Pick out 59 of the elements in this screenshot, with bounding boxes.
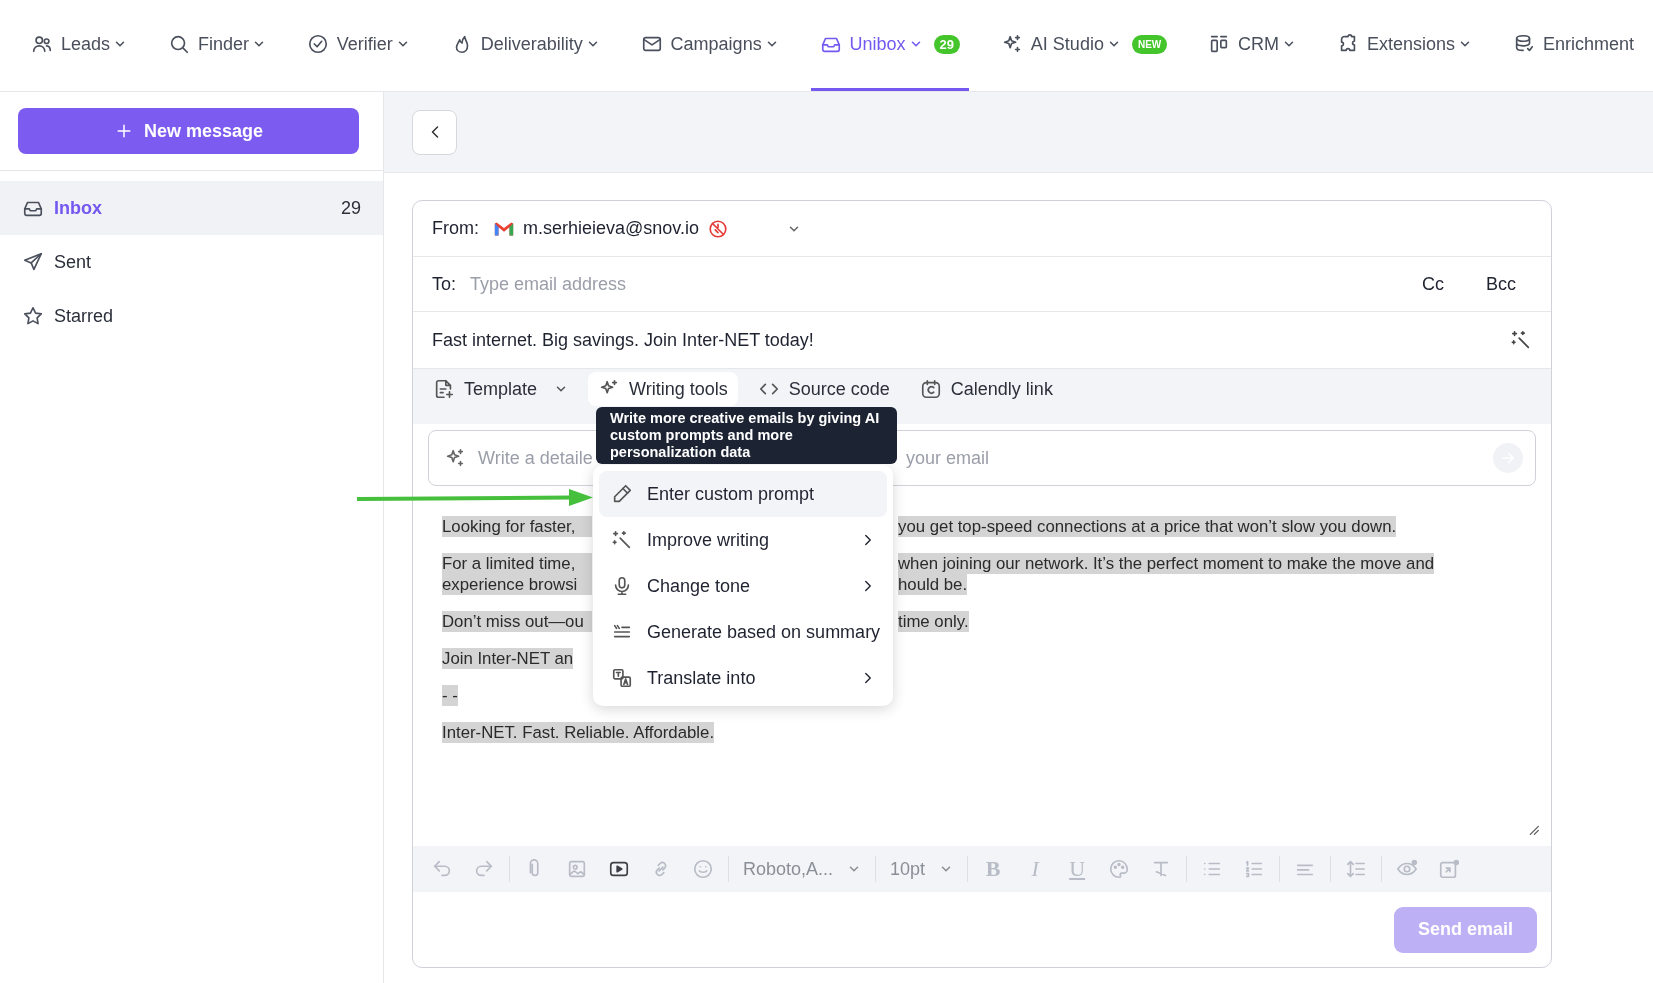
- nav-tab[interactable]: Verifier: [297, 0, 419, 91]
- line-spacing-icon[interactable]: [1345, 858, 1368, 880]
- body-text: For a limited time,: [442, 553, 592, 574]
- field-label: From:: [432, 218, 479, 239]
- nav-tab[interactable]: Campaigns: [631, 0, 788, 91]
- star-icon: [22, 305, 44, 327]
- body-text: Looking for faster,: [442, 516, 592, 537]
- nav-tab[interactable]: Leads: [22, 0, 137, 91]
- magic-wand-icon: [611, 529, 633, 551]
- body-text: Join Inter-NET an: [442, 648, 574, 669]
- translate-icon: [611, 667, 633, 689]
- body-text: - -: [442, 685, 458, 706]
- document-plus-icon: [433, 378, 455, 400]
- folder-item[interactable]: Sent: [0, 235, 383, 289]
- body-text: you get top-speed connections at a price that won’t slow you down.: [898, 516, 1397, 537]
- nav-tab[interactable]: AI Studio NEW: [991, 0, 1177, 91]
- nav-tab[interactable]: Deliverability: [441, 0, 609, 91]
- tooltip: Write more creative emails by giving AI custom prompts and more personalization data: [596, 407, 897, 464]
- nav-tab[interactable]: CRM: [1199, 0, 1306, 91]
- people-icon: [31, 33, 53, 55]
- body-text: hould be.: [898, 574, 968, 595]
- cc-link[interactable]: Cc: [1422, 273, 1444, 295]
- body-text: experience browsi: [442, 574, 592, 595]
- new-message-button[interactable]: New message: [18, 108, 359, 154]
- count-badge: NEW: [1131, 34, 1168, 54]
- smiley-icon[interactable]: [692, 858, 714, 880]
- menu-item[interactable]: Enter custom prompt: [599, 471, 887, 517]
- nav-tab[interactable]: Enrichment: [1503, 0, 1643, 91]
- palette-icon[interactable]: [1108, 858, 1131, 880]
- folder-item[interactable]: Starred: [0, 289, 383, 343]
- body-text: Inter-NET. Fast. Reliable. Affordable.: [442, 722, 715, 743]
- check-circle-icon: [306, 33, 329, 55]
- menu-item[interactable]: Improve writing: [599, 517, 887, 563]
- toolbar-tab[interactable]: Source code: [747, 372, 900, 406]
- calendar-icon: [919, 378, 942, 400]
- sparkles-icon: [444, 447, 466, 469]
- back-button[interactable]: [412, 109, 457, 155]
- image-icon[interactable]: [566, 858, 588, 880]
- body-text: time only.: [898, 611, 969, 632]
- sender-email[interactable]: m.serhieieva@snov.io: [523, 218, 699, 239]
- body-text: when joining our network. It’s the perfect moment to make the move and: [898, 553, 1435, 574]
- menu-item[interactable]: Translate into: [599, 655, 887, 701]
- toolbar-tab[interactable]: Writing tools: [588, 372, 738, 406]
- menu-item[interactable]: Change tone: [599, 563, 887, 609]
- nav-tab[interactable]: Extensions: [1327, 0, 1482, 91]
- toolbar-tab[interactable]: Template: [423, 372, 579, 406]
- subject-field[interactable]: Fast internet. Big savings. Join Inter-NET today!: [432, 329, 814, 351]
- folder-item[interactable]: Inbox 29: [0, 181, 383, 235]
- bcc-link[interactable]: Bcc: [1486, 273, 1516, 295]
- pencil-icon: [611, 483, 633, 505]
- toolbar-tab[interactable]: Calendly link: [909, 372, 1063, 406]
- paper-plane-icon: [22, 251, 44, 273]
- count-badge: 29: [933, 34, 960, 54]
- menu-item[interactable]: Generate based on summary: [599, 609, 887, 655]
- nav-tab[interactable]: Finder: [158, 0, 275, 91]
- body-text: Don’t miss out—ou: [442, 611, 592, 632]
- magic-wand-icon: [1510, 329, 1532, 351]
- image-upload-icon[interactable]: [1438, 858, 1461, 880]
- field-label: To:: [432, 273, 456, 295]
